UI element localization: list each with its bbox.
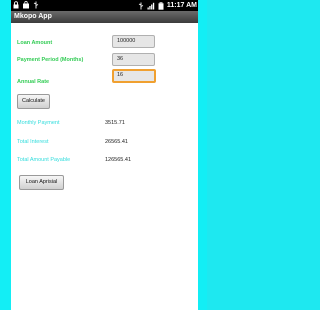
status-left-icons xyxy=(12,1,40,9)
main-content: Loan Amount 100000 Payment Period (Month… xyxy=(11,23,198,310)
battery-icon xyxy=(158,1,164,10)
payment-period-label: Payment Period (Months) xyxy=(17,57,84,63)
total-amount-value: 126565.41 xyxy=(105,157,131,163)
app-title-bar: Mkopo App xyxy=(11,11,198,23)
annual-rate-label: Annual Rate xyxy=(17,79,50,85)
usb-icon xyxy=(138,2,144,9)
status-time: 11:17 AM xyxy=(166,2,197,9)
app-title: Mkopo App xyxy=(14,13,52,20)
shopping-bag-icon xyxy=(23,1,29,9)
signal-icon xyxy=(147,2,155,9)
monthly-payment-value: 3515.71 xyxy=(105,120,125,126)
monthly-payment-label: Monthly Payment xyxy=(17,120,60,126)
payment-period-input[interactable]: 36 xyxy=(112,53,155,66)
calculate-button[interactable]: Calculate xyxy=(17,94,50,109)
annual-rate-input[interactable]: 16 xyxy=(112,69,156,83)
loan-amount-input[interactable]: 100000 xyxy=(112,35,155,48)
loan-appraisal-button[interactable]: Loan Aprisial xyxy=(19,175,64,190)
app-screen: 11:17 AM Mkopo App Loan Amount 100000 Pa… xyxy=(11,0,198,310)
status-bar: 11:17 AM xyxy=(11,0,198,11)
total-interest-label: Total Interest xyxy=(17,139,49,145)
total-amount-label: Total Amount Payable xyxy=(17,157,71,163)
loan-amount-label: Loan Amount xyxy=(17,40,53,46)
lock-icon xyxy=(13,1,19,9)
usb-icon xyxy=(33,1,39,9)
total-interest-value: 26565.41 xyxy=(105,139,128,145)
status-right-icons: 11:17 AM xyxy=(137,0,197,11)
